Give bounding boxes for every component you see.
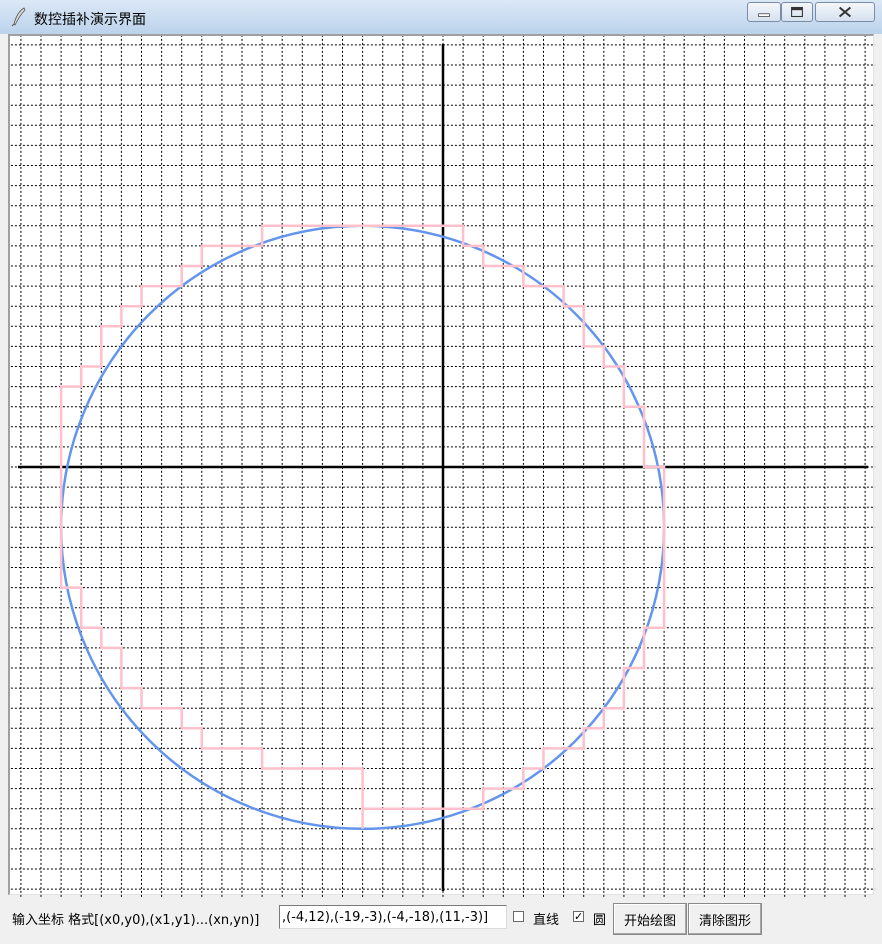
title-bar[interactable]: 数控插补演示界面 bbox=[0, 0, 882, 34]
clear-drawing-button[interactable]: 清除图形 bbox=[688, 903, 762, 935]
coords-input[interactable] bbox=[279, 905, 507, 929]
input-label: 输入坐标 格式[(x0,y0),(x1,y1)...(xn,yn)] bbox=[12, 913, 260, 928]
window-title: 数控插补演示界面 bbox=[34, 12, 146, 28]
maximize-icon bbox=[791, 6, 803, 18]
control-bar: 输入坐标 格式[(x0,y0),(x1,y1)...(xn,yn)] 直线 ✓ … bbox=[0, 897, 882, 944]
axes bbox=[18, 44, 868, 891]
minimize-icon bbox=[758, 13, 770, 17]
minimize-button[interactable] bbox=[747, 2, 781, 22]
circle-checkbox[interactable]: ✓ bbox=[573, 911, 584, 922]
maximize-button[interactable] bbox=[781, 2, 813, 22]
line-option-label[interactable]: 直线 bbox=[533, 909, 559, 928]
circle-option-label[interactable]: 圆 bbox=[593, 909, 606, 928]
app-window: 数控插补演示界面 输入坐标 格式[(x0,y0),(x1,y1)...(xn,y… bbox=[0, 0, 882, 944]
start-drawing-button[interactable]: 开始绘图 bbox=[613, 903, 687, 935]
feather-icon bbox=[11, 7, 26, 27]
close-icon bbox=[838, 6, 852, 18]
drawing-canvas[interactable] bbox=[8, 34, 876, 897]
interpolation-plot bbox=[10, 36, 876, 897]
close-button[interactable] bbox=[815, 2, 875, 22]
line-checkbox[interactable] bbox=[513, 911, 524, 922]
